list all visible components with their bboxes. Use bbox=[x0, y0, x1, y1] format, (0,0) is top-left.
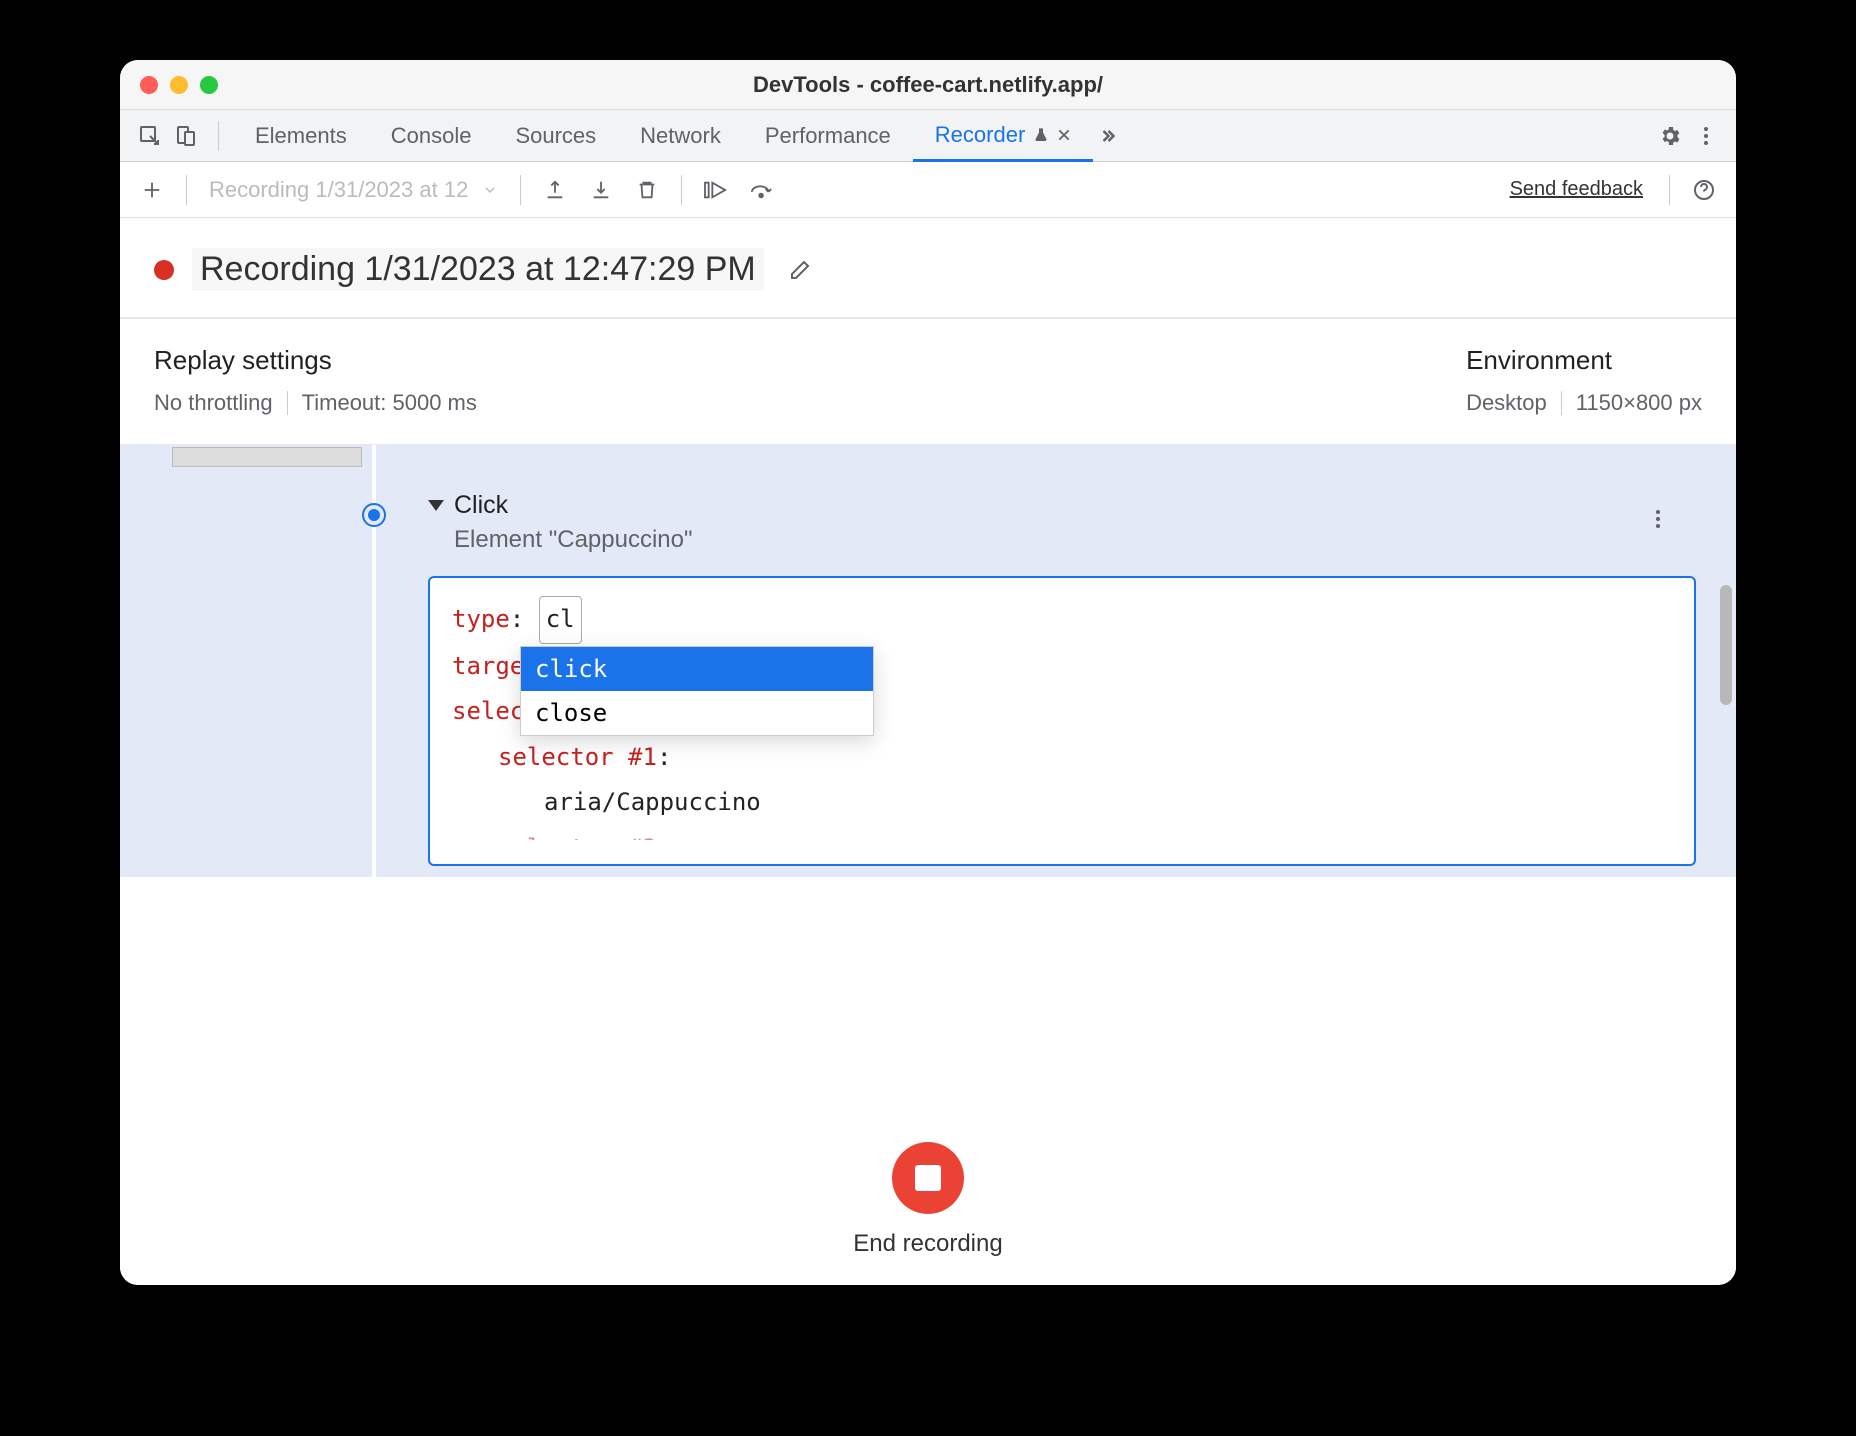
step-title: Click bbox=[454, 491, 508, 520]
recording-dropdown-label: Recording 1/31/2023 at 12 bbox=[209, 177, 468, 203]
type-input[interactable]: cl bbox=[539, 596, 582, 644]
recording-title[interactable]: Recording 1/31/2023 at 12:47:29 PM bbox=[192, 248, 764, 291]
stop-icon bbox=[915, 1165, 941, 1191]
chevron-down-icon bbox=[482, 182, 498, 198]
tab-sources[interactable]: Sources bbox=[493, 110, 618, 162]
window-title: DevTools - coffee-cart.netlify.app/ bbox=[120, 72, 1736, 98]
type-key[interactable]: type bbox=[452, 605, 510, 633]
recording-dropdown[interactable]: Recording 1/31/2023 at 12 bbox=[203, 177, 504, 203]
close-tab-icon[interactable] bbox=[1057, 128, 1071, 142]
autocomplete-option-click[interactable]: click bbox=[521, 647, 873, 691]
selector1-val[interactable]: aria/Cappuccino bbox=[452, 780, 1672, 826]
help-icon[interactable] bbox=[1686, 172, 1722, 208]
tab-recorder[interactable]: Recorder bbox=[913, 110, 1093, 162]
autocomplete-option-close[interactable]: close bbox=[521, 691, 873, 735]
environment-settings: Environment Desktop 1150×800 px bbox=[1466, 345, 1702, 416]
inspect-element-icon[interactable] bbox=[132, 118, 168, 154]
add-recording-icon[interactable] bbox=[134, 172, 170, 208]
end-recording-button[interactable] bbox=[892, 1142, 964, 1214]
settings-row: Replay settings No throttling Timeout: 5… bbox=[120, 319, 1736, 445]
autocomplete-popup: click close bbox=[520, 646, 874, 736]
screenshot-thumbnail[interactable] bbox=[172, 447, 362, 467]
throttling-value[interactable]: No throttling bbox=[154, 390, 273, 416]
import-icon[interactable] bbox=[583, 172, 619, 208]
selector1-row: selector #1: bbox=[452, 735, 1672, 781]
devtools-tabbar: Elements Console Sources Network Perform… bbox=[120, 110, 1736, 162]
replay-heading: Replay settings bbox=[154, 345, 477, 376]
tab-network[interactable]: Network bbox=[618, 110, 743, 162]
step-header[interactable]: Click bbox=[428, 491, 1696, 520]
end-recording-label: End recording bbox=[853, 1230, 1002, 1258]
replay-step-icon[interactable] bbox=[698, 172, 734, 208]
device-value[interactable]: Desktop bbox=[1466, 390, 1547, 416]
tab-performance[interactable]: Performance bbox=[743, 110, 913, 162]
step-subtitle: Element "Cappuccino" bbox=[454, 526, 1696, 554]
steps-workspace: Click Element "Cappuccino" type: cl targ… bbox=[120, 445, 1736, 877]
tab-elements[interactable]: Elements bbox=[233, 110, 369, 162]
edit-title-icon[interactable] bbox=[782, 252, 818, 288]
step-over-icon[interactable] bbox=[744, 172, 780, 208]
step-node-icon[interactable] bbox=[364, 505, 384, 525]
recording-header: Recording 1/31/2023 at 12:47:29 PM bbox=[120, 218, 1736, 319]
selector2-row: selector #2: bbox=[452, 826, 1672, 840]
replay-settings: Replay settings No throttling Timeout: 5… bbox=[154, 345, 477, 416]
device-toolbar-icon[interactable] bbox=[168, 118, 204, 154]
selector1-key[interactable]: selector #1 bbox=[498, 743, 657, 771]
step-more-icon[interactable] bbox=[1640, 501, 1676, 537]
expand-triangle-icon[interactable] bbox=[428, 500, 444, 511]
flask-icon bbox=[1033, 127, 1049, 143]
titlebar: DevTools - coffee-cart.netlify.app/ bbox=[120, 60, 1736, 110]
tab-recorder-label: Recorder bbox=[935, 122, 1025, 148]
delete-icon[interactable] bbox=[629, 172, 665, 208]
type-row: type: cl bbox=[452, 596, 1672, 644]
devtools-window: DevTools - coffee-cart.netlify.app/ Elem… bbox=[120, 60, 1736, 1285]
timeout-value[interactable]: Timeout: 5000 ms bbox=[302, 390, 477, 416]
more-tabs-icon[interactable] bbox=[1093, 118, 1129, 154]
environment-heading: Environment bbox=[1466, 345, 1702, 376]
export-icon[interactable] bbox=[537, 172, 573, 208]
send-feedback-link[interactable]: Send feedback bbox=[1510, 178, 1643, 201]
recording-indicator-icon bbox=[154, 260, 174, 280]
tab-console[interactable]: Console bbox=[369, 110, 494, 162]
kebab-menu-icon[interactable] bbox=[1688, 118, 1724, 154]
scrollbar-thumb[interactable] bbox=[1720, 585, 1732, 705]
dimensions-value[interactable]: 1150×800 px bbox=[1576, 390, 1702, 416]
recorder-footer: End recording bbox=[120, 1115, 1736, 1285]
settings-icon[interactable] bbox=[1652, 118, 1688, 154]
recorder-toolbar: Recording 1/31/2023 at 12 Send feedback bbox=[120, 162, 1736, 218]
